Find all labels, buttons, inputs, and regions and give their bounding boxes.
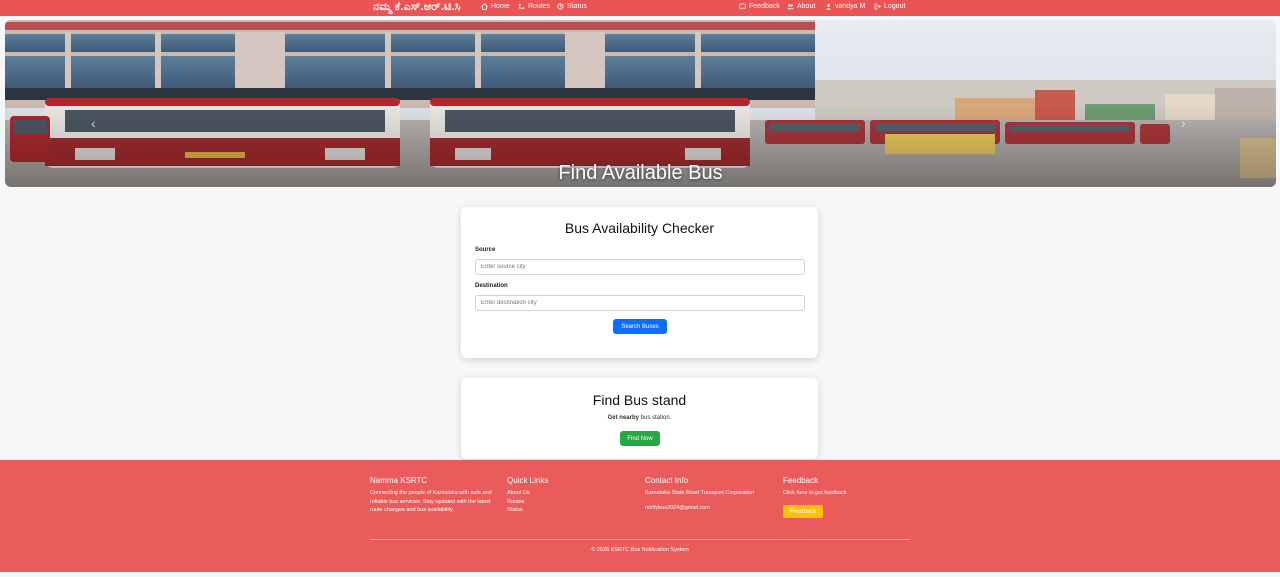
source-input[interactable] (475, 259, 805, 275)
nav-routes[interactable]: Routes (518, 3, 550, 10)
source-label: Source (475, 247, 496, 253)
footer-feedback-text: Click here to get feedback (783, 490, 847, 496)
feedback-icon (739, 3, 746, 10)
nav-routes-label: Routes (528, 3, 551, 10)
nav-status[interactable]: Status (557, 3, 587, 10)
footer-copyright: © 2026 KSRTC Bus Notification System (591, 547, 689, 553)
nav-status-label: Status (567, 3, 587, 10)
nav-logout[interactable]: Logout (874, 3, 905, 10)
footer-links-col: Quick Links About Us Routes Status (507, 476, 637, 515)
footer-link-status[interactable]: Status (507, 506, 637, 515)
footer-feedback-col: Feedback Click here to get feedback (783, 476, 913, 498)
routes-icon (518, 3, 525, 10)
nav-user[interactable]: vandya M (825, 3, 865, 10)
home-icon (481, 3, 488, 10)
footer-about-heading: Namma KSRTC (370, 476, 428, 485)
brand-logo-text[interactable]: ನಮ್ಮ ಕೆ.ಎಸ್.ಆರ್.ಟಿ.ಸಿ (373, 1, 461, 14)
bus-availability-title: Bus Availability Checker (564, 220, 715, 236)
hero-banner: ‹ › Find Available Bus (5, 20, 1276, 187)
carousel-next-icon[interactable]: › (1181, 115, 1186, 131)
find-bus-stand-subtitle: Get nearby bus station. (461, 415, 818, 421)
destination-label: Destination (475, 283, 508, 289)
hero-title: Find Available Bus (558, 162, 723, 184)
bottom-strip (0, 572, 1280, 577)
nav-about[interactable]: About (787, 3, 815, 10)
about-icon (787, 4, 794, 10)
destination-input[interactable] (475, 295, 805, 311)
nav-logout-label: Logout (884, 3, 906, 10)
footer-contact-email[interactable]: notifybus2024@gmail.com (645, 504, 780, 513)
footer-feedback-button[interactable]: Feedback (783, 505, 823, 518)
nav-home[interactable]: Home (481, 3, 510, 10)
footer-link-routes[interactable]: Routes (507, 498, 637, 507)
subtitle-rest: bus station. (639, 415, 672, 421)
footer-about-col: Namma KSRTC Connecting the people of Kar… (370, 476, 500, 515)
carousel-prev-icon[interactable]: ‹ (91, 115, 96, 131)
footer-contact-org: Karnataka State Road Transport Corporati… (645, 490, 755, 496)
footer-about-text: Connecting the people of Karnataka with … (370, 490, 492, 513)
find-bus-stand-title: Find Bus stand (592, 392, 687, 408)
footer-divider (370, 539, 910, 540)
search-buses-button[interactable]: Search Buses (613, 319, 667, 334)
bus-availability-card: Bus Availability Checker Source Destinat… (461, 207, 818, 358)
nav-about-label: About (797, 3, 816, 10)
subtitle-bold: Get nearby (607, 415, 639, 421)
nav-user-label: vandya M (835, 3, 866, 10)
navbar: ನಮ್ಮ ಕೆ.ಎಸ್.ಆರ್.ಟಿ.ಸಿ Home Routes Status… (0, 0, 1280, 16)
footer-feedback-heading: Feedback (783, 476, 819, 485)
status-icon (557, 3, 564, 10)
footer-contact-heading: Contact Info (645, 476, 689, 485)
logout-icon (874, 3, 881, 10)
footer-contact-col: Contact Info Karnataka State Road Transp… (645, 476, 780, 512)
footer-link-about[interactable]: About Us (507, 489, 637, 498)
footer-links-heading: Quick Links (507, 476, 549, 485)
nav-feedback-label: Feedback (749, 3, 780, 10)
nav-feedback[interactable]: Feedback (739, 3, 780, 10)
find-now-button[interactable]: Find Now (620, 431, 660, 446)
nav-home-label: Home (491, 3, 510, 10)
user-icon (826, 4, 831, 10)
find-bus-stand-card: Find Bus stand Get nearby bus station. F… (461, 378, 818, 459)
footer: Namma KSRTC Connecting the people of Kar… (0, 460, 1280, 577)
